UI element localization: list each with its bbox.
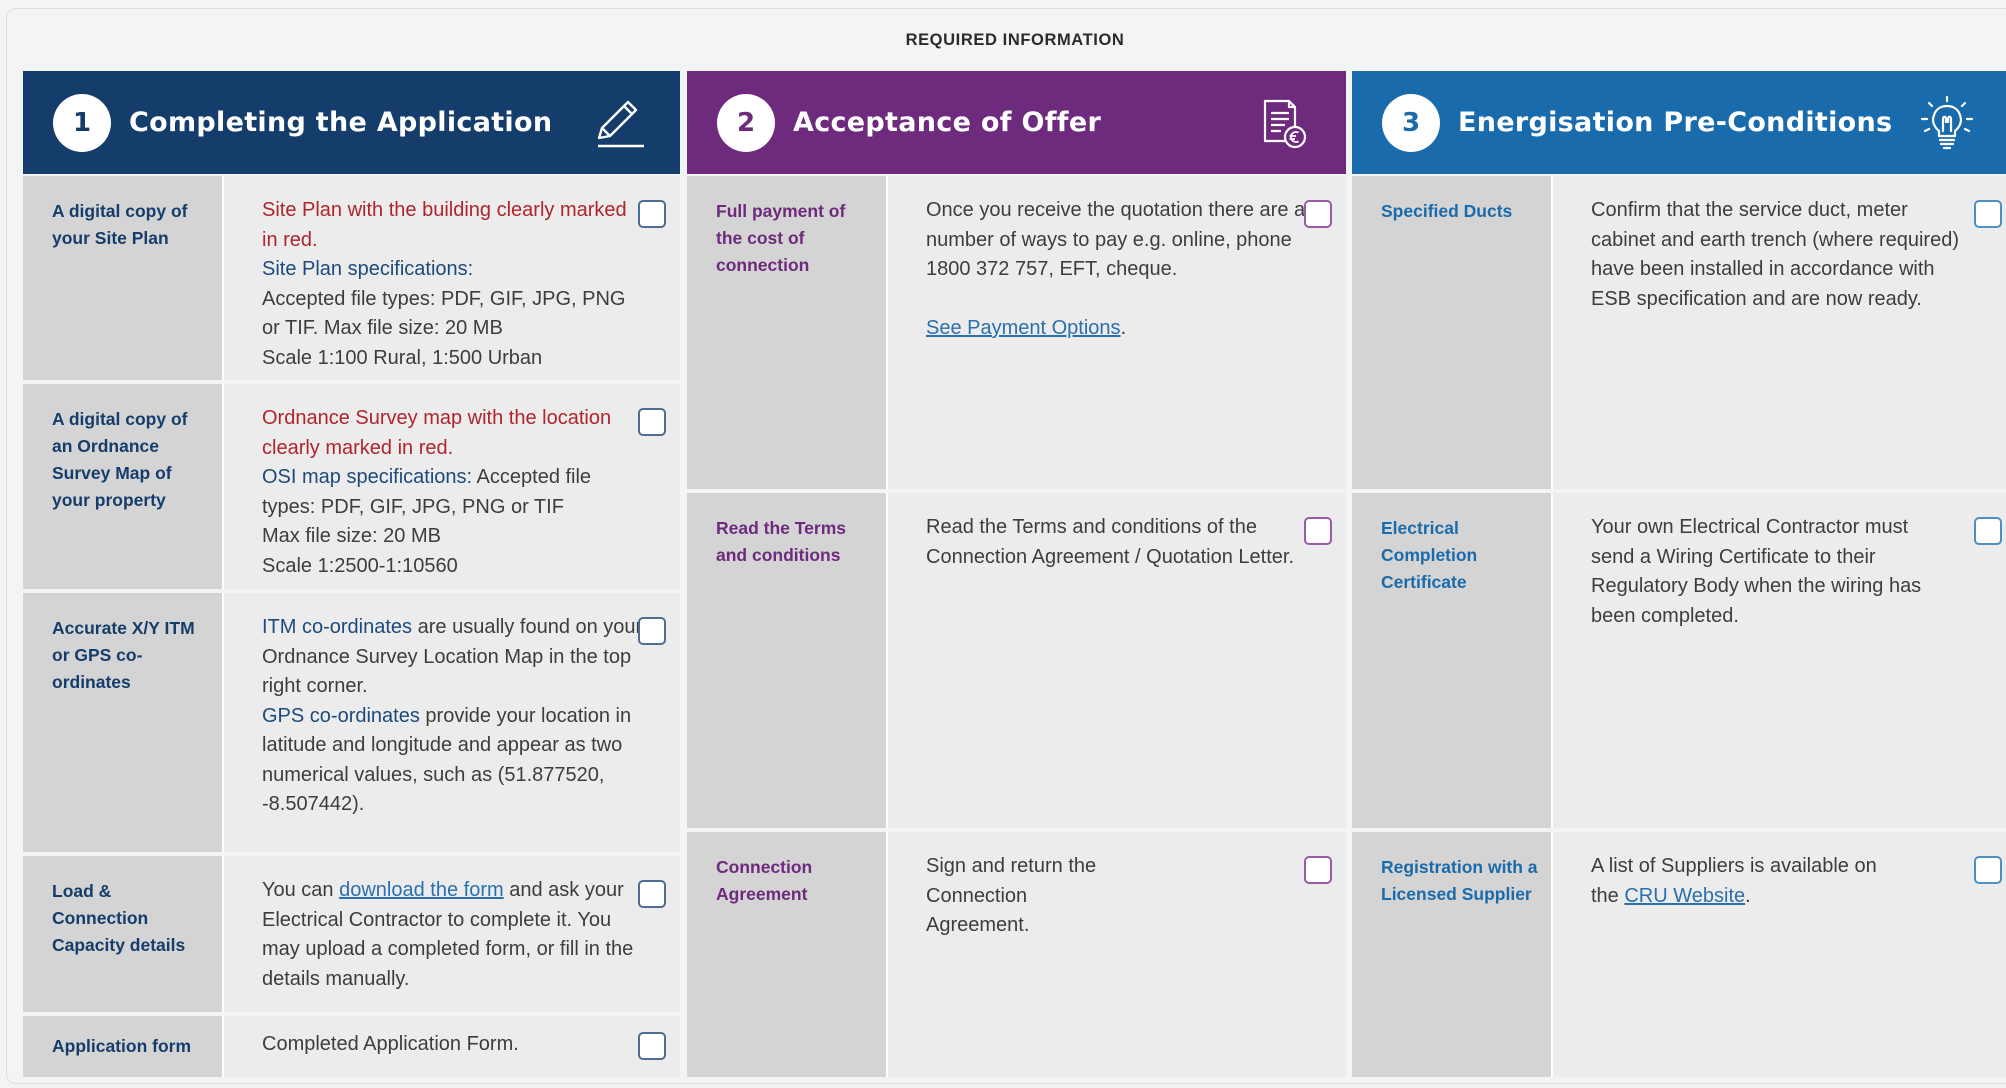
payment-period: . <box>1120 317 1127 339</box>
column-energisation-preconditions: 3 Energisation Pre-Conditions Specified … <box>1352 71 2006 1077</box>
see-payment-options-link[interactable]: See Payment Options <box>926 317 1121 339</box>
row-ordnance-survey-map: A digital copy of an Ordnance Survey Map… <box>23 384 680 589</box>
row-load-capacity: Load & Connection Capacity details You c… <box>23 856 680 1012</box>
row-description: Sign and return the Connection Agreement… <box>888 832 1346 1077</box>
step-number: 2 <box>717 94 775 152</box>
row-connection-agreement: Connection Agreement Sign and return the… <box>687 832 1346 1077</box>
row-label: A digital copy of your Site Plan <box>23 176 222 380</box>
column-title: Energisation Pre-Conditions <box>1458 107 1893 138</box>
row-label: Electrical Completion Certificate <box>1352 493 1551 828</box>
step-number: 3 <box>1382 94 1440 152</box>
download-form-link[interactable]: download the form <box>339 879 504 901</box>
column-acceptance-of-offer: 2 Acceptance of Offer Full payment of th… <box>687 71 1346 1077</box>
load-capacity-checkbox[interactable] <box>638 880 666 908</box>
specified-ducts-checkbox[interactable] <box>1974 200 2002 228</box>
osi-max-size: Max file size: 20 MB <box>262 525 441 547</box>
site-plan-checkbox[interactable] <box>638 200 666 228</box>
connection-agreement-checkbox[interactable] <box>1304 856 1332 884</box>
osi-requirement: Ordnance Survey map with the location cl… <box>262 407 612 459</box>
payment-text: Once you receive the quotation there are… <box>926 199 1306 280</box>
row-label: Registration with a Licensed Supplier <box>1352 832 1551 1077</box>
row-label: Load & Connection Capacity details <box>23 856 222 1012</box>
site-plan-requirement: Site Plan with the building clearly mark… <box>262 199 627 251</box>
agreement-text: Sign and return the Connection Agreement… <box>926 855 1097 936</box>
site-plan-file-types: Accepted file types: PDF, GIF, JPG, PNG … <box>262 287 626 340</box>
page-title: REQUIRED INFORMATION <box>905 31 1125 49</box>
osi-map-checkbox[interactable] <box>638 408 666 436</box>
gps-heading: GPS co-ordinates <box>262 704 420 727</box>
row-description: Read the Terms and conditions of the Con… <box>888 493 1346 828</box>
row-description: Site Plan with the building clearly mark… <box>224 176 680 380</box>
row-specified-ducts: Specified Ducts Confirm that the service… <box>1352 176 2006 489</box>
cru-website-link[interactable]: CRU Website <box>1624 885 1745 907</box>
ducts-text: Confirm that the service duct, meter cab… <box>1591 199 1959 310</box>
licensed-supplier-checkbox[interactable] <box>1974 856 2002 884</box>
column-title: Completing the Application <box>129 107 553 138</box>
supplier-period: . <box>1745 884 1751 907</box>
row-coordinates: Accurate X/Y ITM or GPS co-ordinates ITM… <box>23 593 680 852</box>
row-site-plan: A digital copy of your Site Plan Site Pl… <box>23 176 680 380</box>
row-label: Specified Ducts <box>1352 176 1551 489</box>
column-header: 1 Completing the Application <box>23 71 680 174</box>
step-number: 1 <box>53 94 111 152</box>
itm-heading: ITM co-ordinates <box>262 616 413 638</box>
site-plan-scale: Scale 1:100 Rural, 1:500 Urban <box>262 346 543 369</box>
osi-spec-heading: OSI map specifications: <box>262 466 473 488</box>
row-description: Once you receive the quotation there are… <box>888 176 1346 489</box>
document-euro-icon <box>1263 99 1307 149</box>
site-plan-spec-heading: Site Plan specifications: <box>262 258 474 280</box>
osi-scale: Scale 1:2500-1:10560 <box>262 554 458 577</box>
row-label: Application form <box>23 1016 222 1077</box>
row-licensed-supplier: Registration with a Licensed Supplier A … <box>1352 832 2006 1077</box>
column-completing-application: 1 Completing the Application A digital c… <box>23 71 680 1077</box>
column-title: Acceptance of Offer <box>793 107 1102 138</box>
column-header: 2 Acceptance of Offer <box>687 71 1346 174</box>
row-label: Read the Terms and conditions <box>687 493 886 828</box>
row-label: Connection Agreement <box>687 832 886 1077</box>
lightbulb-icon <box>1920 95 1974 150</box>
application-form-checkbox[interactable] <box>638 1032 666 1060</box>
terms-checkbox[interactable] <box>1304 517 1332 545</box>
row-description: Ordnance Survey map with the location cl… <box>224 384 680 589</box>
full-payment-checkbox[interactable] <box>1304 200 1332 228</box>
load-text-prefix: You can <box>262 879 340 901</box>
row-terms-conditions: Read the Terms and conditions Read the T… <box>687 493 1346 828</box>
row-label: Accurate X/Y ITM or GPS co-ordinates <box>23 593 222 852</box>
row-electrical-completion: Electrical Completion Certificate Your o… <box>1352 493 2006 828</box>
row-description: A list of Suppliers is available on the … <box>1553 832 2006 1077</box>
electrical-completion-checkbox[interactable] <box>1974 517 2002 545</box>
terms-text: Read the Terms and conditions of the Con… <box>926 516 1295 568</box>
column-header: 3 Energisation Pre-Conditions <box>1352 71 2006 174</box>
row-description: ITM co-ordinates are usually found on yo… <box>224 593 680 852</box>
row-full-payment: Full payment of the cost of connection O… <box>687 176 1346 489</box>
row-description: Confirm that the service duct, meter cab… <box>1553 176 2006 489</box>
row-description: Your own Electrical Contractor must send… <box>1553 493 2006 828</box>
completion-text: Your own Electrical Contractor must send… <box>1591 516 1922 627</box>
application-form-text: Completed Application Form. <box>262 1033 519 1055</box>
coordinates-checkbox[interactable] <box>638 617 666 645</box>
row-label: A digital copy of an Ordnance Survey Map… <box>23 384 222 589</box>
row-label: Full payment of the cost of connection <box>687 176 886 489</box>
pencil-icon <box>597 100 644 148</box>
row-description: You can download the form and ask your E… <box>224 856 680 1012</box>
row-application-form: Application form Completed Application F… <box>23 1016 680 1077</box>
row-description: Completed Application Form. <box>224 1016 680 1077</box>
